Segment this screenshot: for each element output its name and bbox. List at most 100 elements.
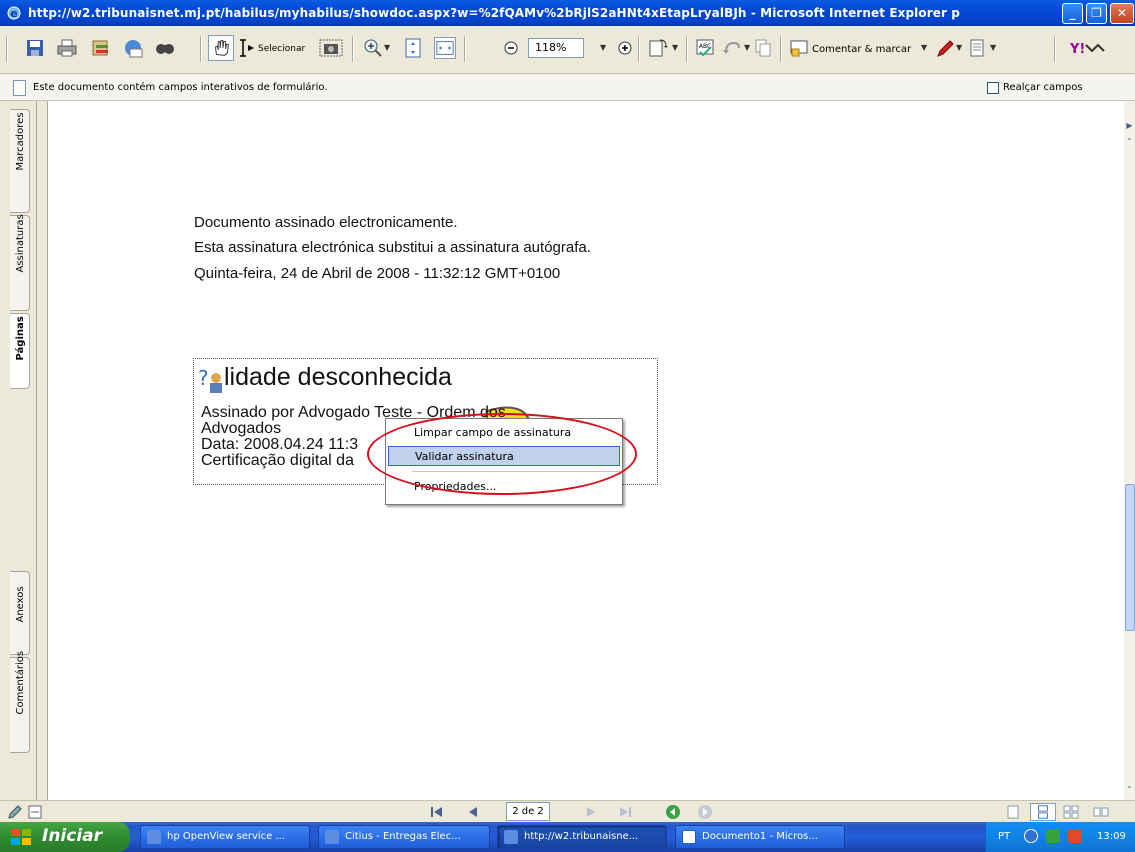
menu-item-clear-signature[interactable]: Limpar campo de assinatura	[386, 423, 622, 443]
print-icon[interactable]	[56, 37, 78, 59]
hand-tool-icon[interactable]	[208, 35, 234, 61]
comment-markup-label[interactable]: Comentar & marcar	[812, 38, 911, 60]
spell-check-icon[interactable]: ABC	[694, 37, 716, 59]
ie-app-icon	[325, 830, 339, 844]
language-indicator[interactable]: PT	[998, 831, 1010, 842]
start-button[interactable]: Iniciar	[0, 822, 130, 852]
minimize-button[interactable]: _	[1062, 3, 1083, 24]
tab-pages[interactable]: Páginas	[10, 313, 30, 389]
single-page-icon[interactable]	[1004, 803, 1022, 821]
scrollbar-thumb[interactable]	[1125, 484, 1135, 631]
tab-signatures[interactable]: Assinaturas	[10, 214, 30, 311]
taskbar-item[interactable]: Documento1 - Micros...	[675, 825, 845, 849]
pages-dropdown-icon[interactable]: ▼	[990, 43, 996, 52]
ie-app-icon	[147, 830, 161, 844]
taskbar-item-label: hp OpenView service ...	[167, 831, 286, 842]
page-layout-icon[interactable]	[26, 803, 44, 821]
signature-date: Data: 2008.04.24 11:3	[201, 436, 359, 453]
zoom-level-input[interactable]: 118%	[528, 38, 584, 58]
rotate-dropdown-icon[interactable]: ▼	[672, 43, 678, 52]
taskbar-item-active[interactable]: http://w2.tribunaisne...	[497, 825, 667, 849]
continuous-facing-icon[interactable]	[1092, 803, 1110, 821]
snapshot-icon[interactable]	[318, 37, 344, 59]
tab-attachments-label: Anexos	[15, 586, 26, 623]
ie-app-icon	[504, 830, 518, 844]
previous-view-icon[interactable]	[664, 803, 682, 821]
signature-context-menu: Limpar campo de assinatura Validar assin…	[385, 418, 623, 505]
edit-tool-icon[interactable]	[6, 803, 24, 821]
save-icon[interactable]	[24, 37, 46, 59]
next-page-icon[interactable]	[582, 803, 600, 821]
tab-attachments[interactable]: Anexos	[10, 571, 30, 655]
scroll-up-arrow-icon[interactable]: ⌃	[1124, 137, 1135, 151]
word-app-icon	[682, 830, 696, 844]
back-arrow-tray-icon[interactable]	[1024, 829, 1038, 843]
tab-bookmarks[interactable]: Marcadores	[10, 109, 30, 213]
fit-width-icon[interactable]	[434, 37, 456, 59]
security-tray-icon[interactable]	[1068, 829, 1082, 843]
undo-icon[interactable]	[720, 37, 742, 59]
taskbar-item-label: Documento1 - Micros...	[702, 831, 818, 842]
windows-taskbar: Iniciar hp OpenView service ... Citius -…	[0, 822, 1135, 852]
svg-text:Y!: Y!	[1069, 42, 1085, 57]
toolbar-separator	[200, 36, 202, 62]
taskbar-item-label: Citius - Entregas Elec...	[345, 831, 461, 842]
zoom-tool-dropdown-icon[interactable]: ▼	[384, 43, 390, 52]
pencil-dropdown-icon[interactable]: ▼	[956, 43, 962, 52]
internet-explorer-icon: e	[7, 6, 21, 20]
zoom-dropdown-icon[interactable]: ▼	[600, 43, 606, 52]
toolbar-separator	[686, 36, 688, 62]
highlight-fields-label[interactable]: Realçar campos	[1003, 82, 1083, 93]
close-button[interactable]: ✕	[1110, 3, 1134, 24]
vertical-scrollbar[interactable]: ▶ ⌃ ⌄	[1124, 101, 1135, 800]
previous-page-icon[interactable]	[464, 803, 482, 821]
comment-dropdown-icon[interactable]: ▼	[921, 43, 927, 52]
copy-icon[interactable]	[752, 37, 774, 59]
title-bar: e http://w2.tribunaisnet.mj.pt/habilus/m…	[0, 0, 1135, 26]
maximize-button[interactable]: ❐	[1086, 3, 1107, 24]
system-tray: PT 13:09	[985, 822, 1135, 852]
svg-text:e: e	[10, 7, 17, 20]
next-view-icon[interactable]	[696, 803, 714, 821]
form-fields-infobar: Este documento contém campos interativos…	[0, 75, 1135, 101]
toolbar-separator	[352, 36, 354, 62]
taskbar-item[interactable]: hp OpenView service ...	[140, 825, 310, 849]
tab-comments[interactable]: Comentários	[10, 651, 30, 753]
first-page-icon[interactable]	[428, 803, 446, 821]
doc-line-1: Documento assinado electronicamente.	[194, 214, 458, 231]
pages-icon[interactable]	[966, 37, 988, 59]
email-icon[interactable]	[122, 37, 144, 59]
rotate-page-icon[interactable]	[646, 37, 668, 59]
panel-splitter[interactable]	[36, 101, 48, 800]
pencil-icon[interactable]	[934, 37, 956, 59]
signature-validity-title: lidade desconhecida	[224, 363, 452, 391]
taskbar-item[interactable]: Citius - Entregas Elec...	[318, 825, 490, 849]
fit-height-icon[interactable]	[402, 37, 424, 59]
page-number-input[interactable]: 2 de 2	[506, 802, 550, 821]
zoom-out-icon[interactable]	[500, 37, 522, 59]
zoom-in-icon[interactable]	[614, 37, 636, 59]
zoom-in-tool-icon[interactable]	[362, 37, 384, 59]
highlight-fields-checkbox[interactable]	[987, 82, 999, 94]
signature-certification: Certificação digital da	[201, 452, 354, 469]
organizer-icon[interactable]	[90, 37, 112, 59]
scroll-down-arrow-icon[interactable]: ⌄	[1124, 781, 1135, 795]
scroll-right-arrow-icon[interactable]: ▶	[1124, 121, 1135, 135]
yahoo-logo-icon[interactable]: Y!	[1066, 37, 1106, 59]
text-select-icon[interactable]	[236, 37, 256, 59]
network-tray-icon[interactable]	[1046, 829, 1060, 843]
comment-markup-icon[interactable]	[788, 37, 810, 59]
continuous-page-icon[interactable]	[1030, 803, 1056, 821]
facing-pages-icon[interactable]	[1062, 803, 1080, 821]
menu-item-validate-signature[interactable]: Validar assinatura	[388, 446, 620, 466]
window-title: http://w2.tribunaisnet.mj.pt/habilus/myh…	[28, 6, 960, 20]
toolbar-separator	[780, 36, 782, 62]
menu-item-properties[interactable]: Propriedades...	[386, 477, 622, 497]
select-label[interactable]: Selecionar	[258, 38, 305, 60]
last-page-icon[interactable]	[616, 803, 634, 821]
search-icon[interactable]	[154, 37, 176, 59]
tab-pages-label: Páginas	[15, 316, 26, 361]
toolbar-separator	[6, 36, 8, 62]
doc-line-2: Esta assinatura electrónica substitui a …	[194, 239, 591, 256]
undo-dropdown-icon[interactable]: ▼	[744, 43, 750, 52]
